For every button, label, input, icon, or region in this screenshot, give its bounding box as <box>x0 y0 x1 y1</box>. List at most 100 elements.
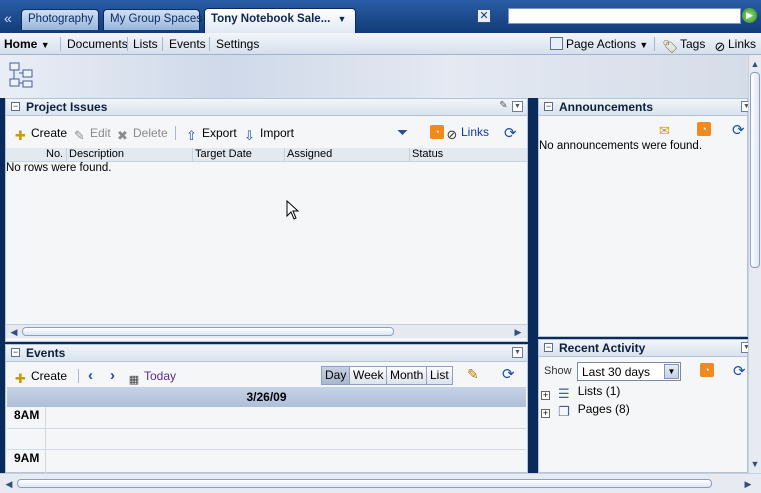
view-month-button[interactable]: Month <box>386 366 428 385</box>
horizontal-scrollbar[interactable]: ◀ ▶ <box>6 324 527 338</box>
rss-icon[interactable]: ◔ <box>430 125 444 139</box>
empty-message: No announcements were found. <box>539 140 703 152</box>
expand-icon[interactable]: + <box>541 391 550 400</box>
import-label: Import <box>260 126 295 140</box>
project-issues-panel: − Project Issues ✎ ▼ ✚ Create ✎ Edit ✖ Dele… <box>5 98 528 342</box>
search-input[interactable] <box>508 8 741 24</box>
nav-documents[interactable]: Documents <box>67 37 128 51</box>
panel-title: Recent Activity <box>559 341 646 355</box>
edit-label: Edit <box>90 126 111 140</box>
today-button[interactable]: ▦ Today <box>127 369 176 388</box>
scrollbar-thumb[interactable] <box>17 479 712 488</box>
collapse-icon[interactable]: − <box>544 102 553 111</box>
sitemap-icon[interactable] <box>8 61 36 89</box>
panel-menu-icon[interactable]: ▼ <box>512 347 523 358</box>
tab-tony-notebook-sale[interactable]: Tony Notebook Sale... ▼ <box>204 8 356 33</box>
create-button[interactable]: ✚ Create <box>13 126 67 143</box>
events-panel: − Events ▼ ✚ Create ‹ › ▦ Today <box>5 344 528 473</box>
export-icon: ⇧ <box>186 128 197 143</box>
links-link[interactable]: ⊘ Links <box>714 37 756 54</box>
expand-icon[interactable]: + <box>541 409 550 418</box>
new-announcement-icon[interactable]: ✉ <box>659 123 670 139</box>
create-label: Create <box>31 126 68 140</box>
chevron-down-icon[interactable]: ▼ <box>664 364 679 379</box>
scroll-right-icon[interactable]: ▶ <box>512 326 524 338</box>
tab-dropdown-icon[interactable]: ▼ <box>337 14 346 24</box>
export-button[interactable]: ⇧ Export <box>184 126 237 143</box>
column-header[interactable]: Status <box>409 148 443 161</box>
tags-link[interactable]: 🏷Tags <box>662 37 705 54</box>
column-header[interactable]: Target Date <box>192 148 252 161</box>
nav-divider <box>60 37 61 51</box>
announcements-panel: − Announcements ▼ ✉ ◔ ⟳ No announcements… <box>538 98 752 337</box>
recent-activity-header: − Recent Activity ▼ <box>539 340 752 357</box>
nav-lists[interactable]: Lists <box>133 37 158 51</box>
links-button[interactable]: ⊘ Links <box>446 125 489 142</box>
pencil-icon: ✎ <box>74 128 85 143</box>
rss-icon[interactable]: ◔ <box>697 122 711 136</box>
range-select-value: Last 30 days <box>582 365 651 379</box>
horizontal-scrollbar[interactable]: ◀ ▶ <box>0 473 761 493</box>
column-header[interactable]: Description <box>66 148 124 161</box>
hour-label: 8AM <box>14 408 40 422</box>
scroll-down-icon[interactable]: ▼ <box>749 458 761 470</box>
nav-divider <box>654 37 655 51</box>
nav-divider <box>127 37 128 51</box>
events-header: − Events ▼ <box>6 345 527 362</box>
column-header[interactable]: Assigned <box>284 148 332 161</box>
tab-photography[interactable]: Photography <box>21 9 99 30</box>
refresh-icon[interactable]: ⟳ <box>504 124 517 142</box>
empty-message: No rows were found. <box>6 162 112 174</box>
nav-divider <box>209 37 210 51</box>
panel-menu-icon[interactable]: ▼ <box>512 101 523 112</box>
collapse-icon[interactable]: − <box>11 102 20 111</box>
view-day-button[interactable]: Day <box>321 366 351 385</box>
list-item[interactable]: + ☰ Lists (1) <box>541 384 620 401</box>
search-go-icon[interactable]: ▶ <box>742 8 757 23</box>
tab-my-group-spaces[interactable]: My Group Spaces <box>103 9 202 30</box>
event-create-button[interactable]: ✚ Create <box>13 369 67 386</box>
list-item[interactable]: + ❐ Pages (8) <box>541 402 630 419</box>
refresh-icon[interactable]: ⟳ <box>732 121 745 139</box>
rss-icon[interactable]: ◔ <box>700 363 714 377</box>
import-icon: ⇩ <box>244 128 255 143</box>
filter-icon[interactable]: ⏷ <box>397 124 408 141</box>
view-week-button[interactable]: Week <box>349 366 388 385</box>
activity-pages-label: Pages (8) <box>577 402 630 416</box>
nav-home[interactable]: Home ▼ <box>4 37 50 51</box>
page-actions-menu[interactable]: Page Actions ▼ <box>550 37 648 51</box>
panel-title: Events <box>26 346 66 360</box>
nav-settings[interactable]: Settings <box>216 37 259 51</box>
scroll-up-icon[interactable]: ▲ <box>749 58 761 70</box>
nav-events[interactable]: Events <box>169 37 206 51</box>
collapse-icon[interactable]: − <box>544 343 553 352</box>
export-label: Export <box>202 126 237 140</box>
scroll-right-icon[interactable]: ▶ <box>742 478 754 490</box>
delete-button[interactable]: ✖ Delete <box>115 126 168 143</box>
hour-column-divider <box>45 407 46 473</box>
refresh-icon[interactable]: ⟳ <box>502 365 515 383</box>
collapse-icon[interactable]: − <box>11 348 20 357</box>
next-icon[interactable]: › <box>110 367 115 384</box>
import-button[interactable]: ⇩ Import <box>242 126 294 143</box>
edit-pencil-icon[interactable]: ✎ <box>498 101 509 112</box>
nav-divider <box>162 37 163 51</box>
calendar-icon: ▦ <box>128 374 140 386</box>
scroll-left-icon[interactable]: ◀ <box>3 478 15 490</box>
refresh-icon[interactable]: ⟳ <box>733 362 746 380</box>
range-select[interactable]: Last 30 days ▼ <box>577 362 681 381</box>
edit-pencil-icon[interactable]: ✎ <box>467 366 479 383</box>
edit-button[interactable]: ✎ Edit <box>72 126 111 143</box>
list-icon: ☰ <box>558 386 570 401</box>
view-list-button[interactable]: List <box>426 366 453 385</box>
scrollbar-thumb[interactable] <box>22 327 394 336</box>
vertical-scrollbar[interactable]: ▲ ▼ <box>748 55 761 473</box>
close-icon[interactable]: ✕ <box>477 9 491 23</box>
scroll-left-icon[interactable]: ◀ <box>8 326 20 338</box>
nav-home-label: Home <box>4 37 38 51</box>
delete-label: Delete <box>133 126 168 140</box>
previous-icon[interactable]: ‹ <box>88 367 93 384</box>
column-header[interactable]: No. <box>44 148 63 161</box>
tabs-back-icon[interactable]: « <box>4 10 12 26</box>
scrollbar-thumb[interactable] <box>750 72 760 268</box>
